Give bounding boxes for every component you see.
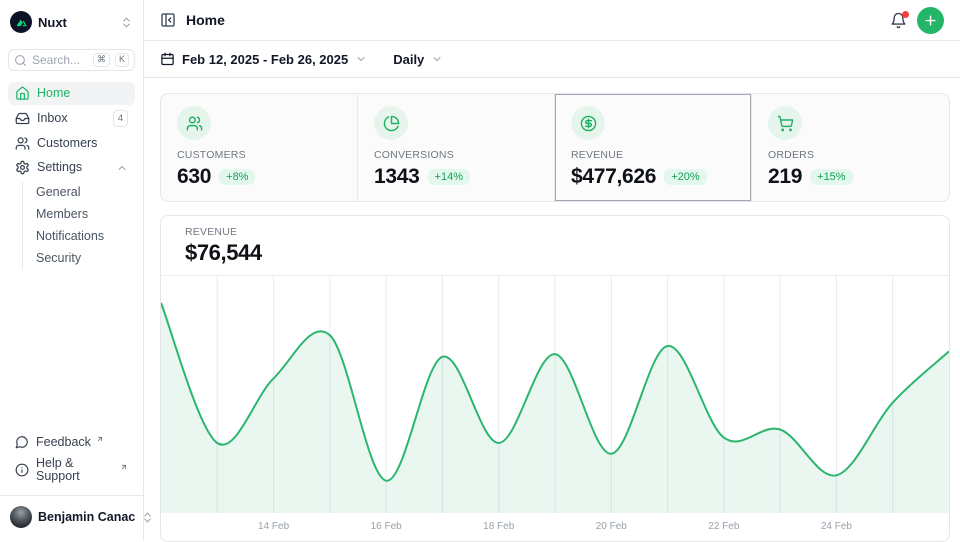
sidebar-item-label: Notifications [36,230,131,243]
sidebar-item-label: Members [36,208,131,221]
chart-total-value: $76,544 [185,240,925,266]
sidebar-footer: Benjamin Canac [0,495,143,532]
sidebar-item-label: Home [37,87,128,100]
chevron-up-icon [116,162,128,174]
settings-subnav: General Members Notifications Security [22,182,135,269]
top-header: Home [144,0,960,41]
add-button[interactable] [917,7,944,34]
chevron-down-icon [431,53,443,65]
stat-delta-badge: +15% [810,169,852,185]
sidebar-item-home[interactable]: Home [8,82,135,105]
sidebar-item-customers[interactable]: Customers [8,132,135,155]
workspace-switcher[interactable]: Nuxt [8,8,135,36]
inbox-icon [15,111,30,126]
revenue-area-chart[interactable] [161,276,949,513]
stat-card[interactable]: CUSTOMERS 630 +8% [161,94,358,201]
arrow-up-right-icon [120,463,128,471]
stat-value: 219 [768,165,802,189]
users-icon [15,136,30,151]
sidebar-item-label: General [36,186,131,199]
sidebar-item-security[interactable]: Security [32,248,135,269]
search-placeholder: Search... [32,53,88,67]
chart-title: REVENUE [185,226,925,238]
stat-card[interactable]: REVENUE $477,626 +20% [555,94,752,201]
stat-value: 630 [177,165,211,189]
workspace-name: Nuxt [38,15,114,30]
pie-chart-icon [374,106,408,140]
gear-icon [15,160,30,175]
sidebar-item-label: Help & Support [36,457,115,483]
notifications-button[interactable] [890,12,907,29]
stat-delta-badge: +8% [219,169,255,185]
cart-icon [768,106,802,140]
arrow-up-right-icon [96,435,104,443]
stat-delta-badge: +20% [664,169,706,185]
user-menu[interactable]: Benjamin Canac [8,504,135,530]
dollar-circle-icon [571,106,605,140]
x-axis-label: 16 Feb [371,521,402,532]
stat-card[interactable]: ORDERS 219 +15% [752,94,949,201]
stats-strip: CUSTOMERS 630 +8% CONVERSIONS 1343 +14% [160,93,950,202]
sidebar-item-label: Security [36,252,131,265]
avatar [10,506,32,528]
user-name: Benjamin Canac [38,510,135,524]
stat-delta-badge: +14% [428,169,470,185]
sidebar-item-label: Customers [37,137,128,150]
sidebar-item-members[interactable]: Members [32,204,135,225]
panel-left-close-icon [160,12,176,28]
stat-label: CUSTOMERS [177,149,341,161]
nuxt-logo-icon [10,11,32,33]
filter-toolbar: Feb 12, 2025 - Feb 26, 2025 Daily [144,41,960,78]
stat-label: CONVERSIONS [374,149,538,161]
chart-header: REVENUE $76,544 [161,216,949,276]
plus-icon [923,13,938,28]
stat-label: REVENUE [571,149,735,161]
sidebar-item-general[interactable]: General [32,182,135,203]
stat-label: ORDERS [768,149,933,161]
kbd-cmd: ⌘ [93,53,110,67]
revenue-chart-card: REVENUE $76,544 14 Feb 16 Feb 18 Feb 20 Feb… [160,215,950,542]
stat-card[interactable]: CONVERSIONS 1343 +14% [358,94,555,201]
date-range-picker[interactable]: Feb 12, 2025 - Feb 26, 2025 [160,52,367,67]
search-icon [14,54,27,67]
stat-value: 1343 [374,165,420,189]
sidebar-item-help-support[interactable]: Help & Support [8,453,135,487]
x-axis-label: 24 Feb [821,521,852,532]
kbd-k: K [115,53,129,67]
notification-dot [902,11,909,18]
page-title: Home [186,12,225,28]
search-input[interactable]: Search... ⌘ K [8,49,135,71]
sidebar: Nuxt Search... ⌘ K Home Inbox 4 [0,0,144,540]
chart-svg [161,276,949,513]
users-icon [177,106,211,140]
sidebar-item-label: Settings [37,161,109,174]
sidebar-item-label: Inbox [37,112,106,125]
main-area: Home Feb 12, 2025 - Feb 26, 2025 Daily [144,0,960,540]
date-range-label: Feb 12, 2025 - Feb 26, 2025 [182,52,348,67]
granularity-select[interactable]: Daily [393,52,443,67]
x-axis-label: 22 Feb [708,521,739,532]
message-circle-icon [15,435,29,449]
dashboard-content: CUSTOMERS 630 +8% CONVERSIONS 1343 +14% [144,78,960,542]
home-icon [15,86,30,101]
sidebar-item-settings[interactable]: Settings [8,156,135,179]
chevrons-up-down-icon [120,16,133,29]
sidebar-item-notifications[interactable]: Notifications [32,226,135,247]
x-axis-label: 20 Feb [596,521,627,532]
inbox-count-badge: 4 [113,110,128,127]
x-axis-labels: 14 Feb 16 Feb 18 Feb 20 Feb 22 Feb 24 Feb [161,513,949,541]
chevron-down-icon [355,53,367,65]
collapse-sidebar-button[interactable] [160,12,176,28]
sidebar-item-inbox[interactable]: Inbox 4 [8,106,135,131]
x-axis-label: 18 Feb [483,521,514,532]
stat-value: $477,626 [571,165,656,189]
sidebar-item-label: Feedback [36,436,91,449]
granularity-label: Daily [393,52,424,67]
info-icon [15,463,29,477]
x-axis-label: 14 Feb [258,521,289,532]
sidebar-item-feedback[interactable]: Feedback [8,431,135,453]
sidebar-nav: Home Inbox 4 Customers Settings Ge [8,82,135,271]
calendar-icon [160,52,175,67]
